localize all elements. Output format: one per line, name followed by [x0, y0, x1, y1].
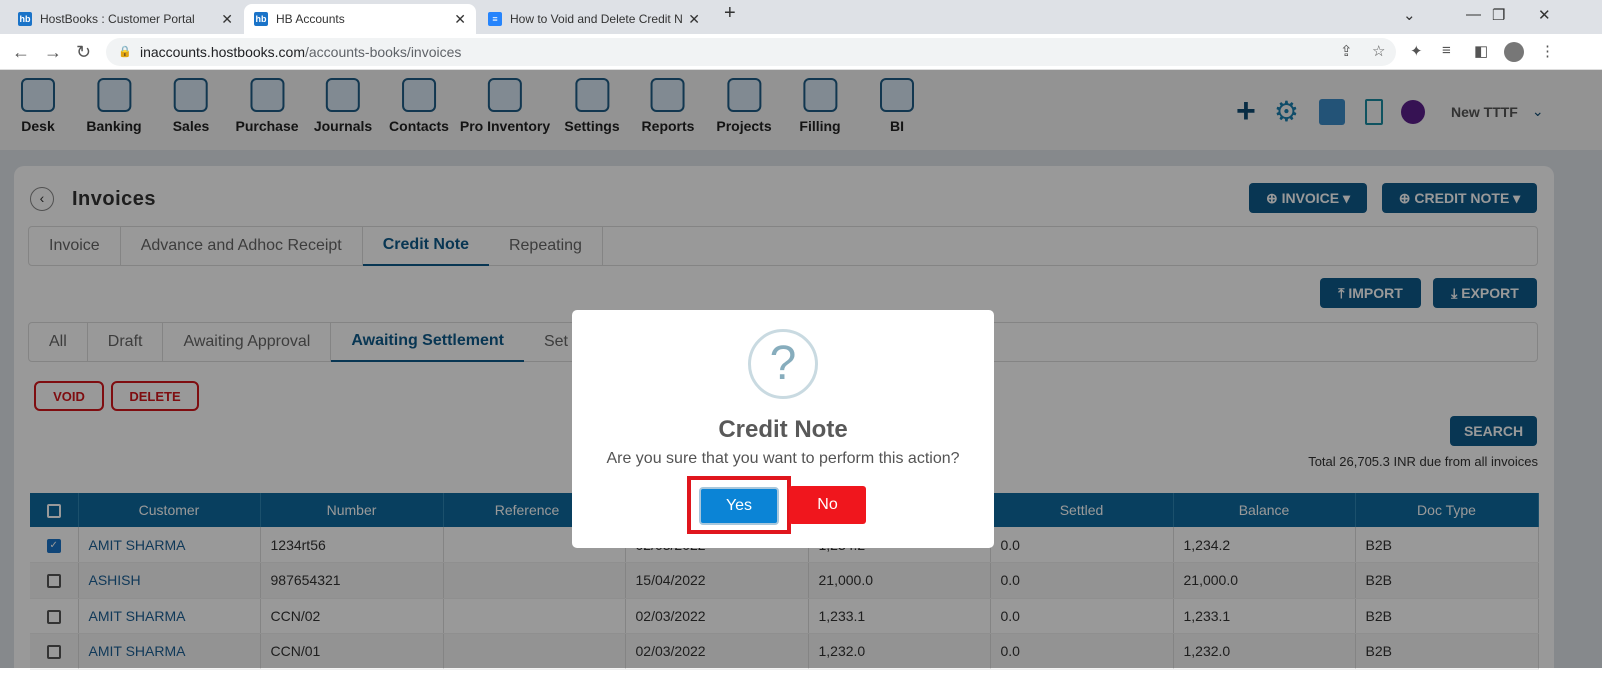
url-input[interactable]: 🔒 inaccounts.hostbooks.com/accounts-books…: [106, 38, 1396, 66]
back-icon[interactable]: ←: [12, 42, 30, 63]
no-button[interactable]: No: [789, 486, 866, 524]
yes-button[interactable]: Yes: [699, 487, 779, 525]
browser-tab-active[interactable]: hb HB Accounts ✕: [244, 4, 476, 34]
sidepanel-icon[interactable]: ◧: [1474, 42, 1488, 60]
star-icon[interactable]: ☆: [1372, 42, 1385, 60]
restore-icon[interactable]: ❐: [1492, 6, 1505, 24]
question-icon: ?: [748, 329, 818, 399]
close-icon[interactable]: ✕: [221, 11, 233, 28]
share-icon[interactable]: ⇪: [1340, 42, 1353, 60]
browser-tab[interactable]: ≡ How to Void and Delete Credit N ✕: [478, 4, 710, 34]
hb-favicon: hb: [18, 12, 32, 26]
close-icon[interactable]: ✕: [454, 11, 466, 28]
confirm-dialog: ? Credit Note Are you sure that you want…: [572, 310, 994, 548]
minimize-icon[interactable]: —: [1466, 6, 1481, 23]
browser-tab[interactable]: hb HostBooks : Customer Portal ✕: [8, 4, 243, 34]
reload-icon[interactable]: ↻: [76, 42, 91, 63]
doc-favicon: ≡: [488, 12, 502, 26]
dialog-title: Credit Note: [718, 416, 848, 443]
hb-favicon: hb: [254, 12, 268, 26]
address-bar-row: ← → ↻ 🔒 inaccounts.hostbooks.com/accounts…: [0, 34, 1602, 70]
avatar[interactable]: [1504, 42, 1524, 62]
close-window-icon[interactable]: ✕: [1538, 6, 1551, 24]
lock-icon: 🔒: [118, 46, 132, 58]
chevron-down-icon[interactable]: ⌄: [1403, 6, 1416, 24]
forward-icon[interactable]: →: [44, 42, 62, 63]
menu-icon[interactable]: ⋮: [1540, 42, 1555, 60]
dialog-message: Are you sure that you want to perform th…: [606, 450, 960, 467]
browser-tabbar: hb HostBooks : Customer Portal ✕ hb HB Acco…: [0, 0, 1602, 34]
media-icon[interactable]: ≡: [1442, 42, 1451, 59]
extensions-icon[interactable]: ✦: [1410, 42, 1423, 60]
new-tab-icon[interactable]: +: [724, 2, 736, 25]
close-icon[interactable]: ✕: [688, 11, 700, 28]
